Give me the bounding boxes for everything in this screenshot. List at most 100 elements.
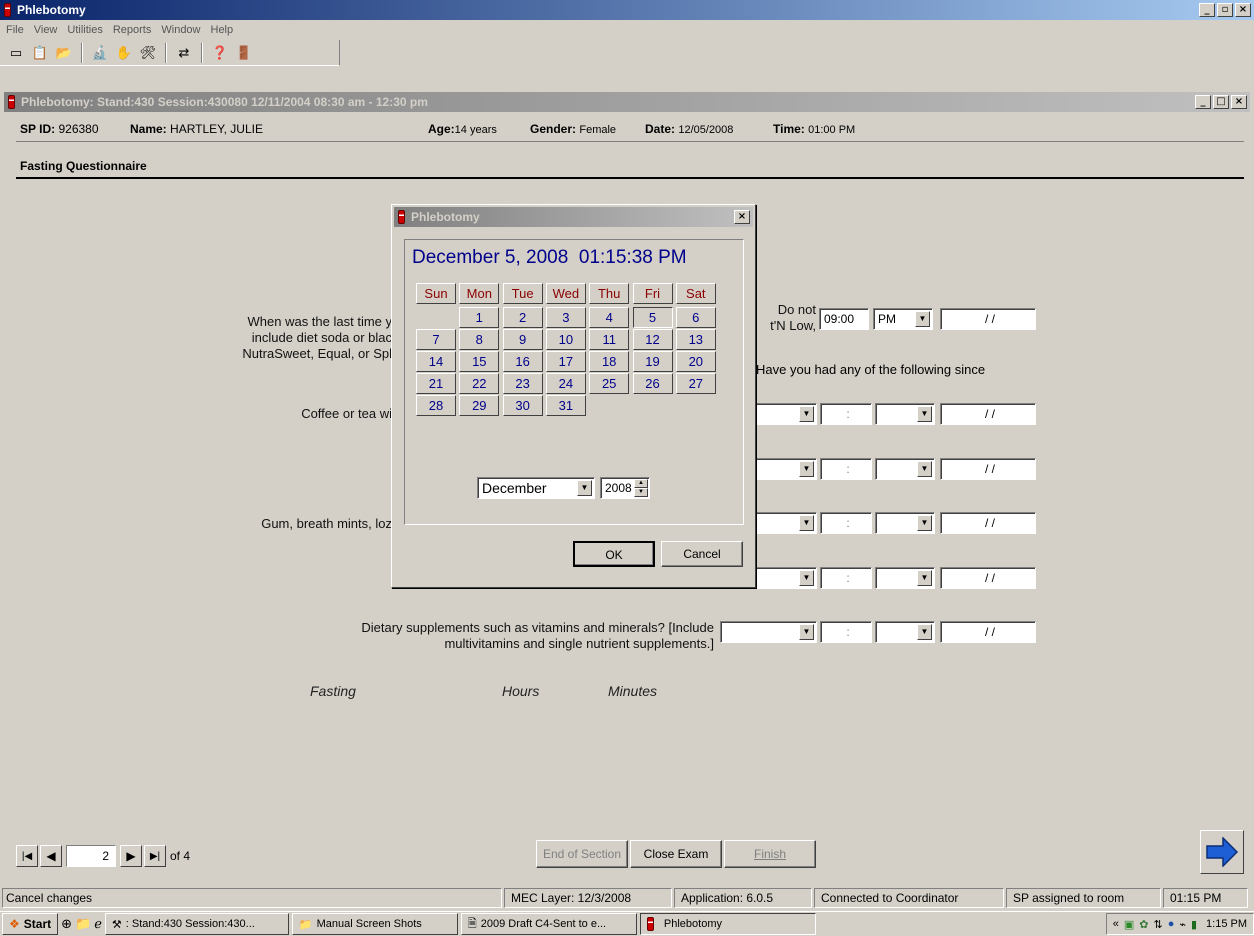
calendar-day[interactable]: 14 bbox=[416, 351, 456, 372]
tray-sync-icon[interactable]: ⇅ bbox=[1153, 918, 1162, 931]
row5-hours-input[interactable]: : bbox=[820, 567, 872, 589]
chevron-down-icon[interactable]: ▼ bbox=[917, 406, 932, 422]
calendar-day[interactable]: 10 bbox=[545, 329, 586, 350]
calendar-day[interactable]: 23 bbox=[502, 373, 543, 394]
calendar-day[interactable]: 27 bbox=[675, 373, 716, 394]
gum-date-input[interactable]: / / bbox=[940, 512, 1036, 534]
calendar-day[interactable]: 8 bbox=[459, 329, 500, 350]
child-maximize-button[interactable]: □ bbox=[1213, 95, 1229, 109]
finish-button[interactable]: Finish bbox=[724, 840, 816, 868]
gum-hours-input[interactable]: : bbox=[820, 512, 872, 534]
coffee-date-input[interactable]: / / bbox=[940, 403, 1036, 425]
start-button[interactable]: ❖ Start bbox=[2, 913, 59, 935]
calendar-day[interactable]: 11 bbox=[589, 329, 630, 350]
row3-fasting-select[interactable]: ▼ bbox=[755, 458, 817, 480]
prev-page-icon[interactable]: ◀ bbox=[40, 845, 62, 867]
dialog-close-button[interactable]: × bbox=[734, 210, 750, 224]
row3-hours-input[interactable]: : bbox=[820, 458, 872, 480]
chevron-down-icon[interactable]: ▼ bbox=[799, 624, 814, 640]
chevron-down-icon[interactable]: ▼ bbox=[917, 515, 932, 531]
quicklaunch-ie-icon[interactable]: ℯ bbox=[94, 916, 102, 932]
calendar-day[interactable]: 22 bbox=[459, 373, 500, 394]
chevron-down-icon[interactable]: ▼ bbox=[799, 461, 814, 477]
child-close-button[interactable]: × bbox=[1231, 95, 1247, 109]
chevron-down-icon[interactable]: ▼ bbox=[917, 624, 932, 640]
menu-utilities[interactable]: Utilities bbox=[67, 24, 102, 36]
coffee-fasting-select[interactable]: ▼ bbox=[755, 403, 817, 425]
ok-button[interactable]: OK bbox=[573, 541, 655, 567]
supplements-date-input[interactable]: / / bbox=[940, 621, 1036, 643]
taskbar-item-stand[interactable]: ⚒: Stand:430 Session:430... bbox=[104, 913, 289, 935]
year-spinner[interactable]: 2008 ▲ ▼ bbox=[600, 477, 650, 499]
calendar-day[interactable]: 28 bbox=[416, 395, 456, 416]
restore-button[interactable]: ▫ bbox=[1217, 3, 1233, 17]
close-button[interactable]: × bbox=[1235, 3, 1251, 17]
page-number-input[interactable]: 2 bbox=[66, 845, 116, 867]
first-page-icon[interactable]: |◀ bbox=[16, 845, 38, 867]
calendar-day[interactable]: 17 bbox=[545, 351, 586, 372]
chevron-down-icon[interactable]: ▼ bbox=[917, 570, 932, 586]
tray-connection-icon[interactable]: ⌁ bbox=[1179, 918, 1186, 931]
row5-fasting-select[interactable]: ▼ bbox=[755, 567, 817, 589]
calendar-day[interactable]: 15 bbox=[459, 351, 500, 372]
child-window-title-bar[interactable]: Phlebotomy: Stand:430 Session:430080 12/… bbox=[4, 92, 1250, 112]
cancel-button[interactable]: Cancel bbox=[661, 541, 743, 567]
minimize-button[interactable]: _ bbox=[1199, 3, 1215, 17]
calendar-day[interactable]: 31 bbox=[545, 395, 586, 416]
calendar-day[interactable]: 18 bbox=[589, 351, 630, 372]
last-page-icon[interactable]: ▶| bbox=[144, 845, 166, 867]
menu-window[interactable]: Window bbox=[161, 24, 200, 36]
row3-date-input[interactable]: / / bbox=[940, 458, 1036, 480]
row5-date-input[interactable]: / / bbox=[940, 567, 1036, 589]
calendar-day[interactable]: 2 bbox=[502, 307, 543, 328]
spin-up-icon[interactable]: ▲ bbox=[634, 479, 648, 488]
spin-down-icon[interactable]: ▼ bbox=[634, 488, 648, 497]
calendar-day[interactable]: 1 bbox=[459, 307, 500, 328]
coffee-minutes-select[interactable]: ▼ bbox=[875, 403, 935, 425]
taskbar-item-draft[interactable]: 🗎 2009 Draft C4-Sent to e... bbox=[460, 913, 637, 935]
calendar-day[interactable]: 5 bbox=[632, 307, 673, 328]
chevron-down-icon[interactable]: ▼ bbox=[799, 570, 814, 586]
quicklaunch-folder-icon[interactable]: 📁 bbox=[75, 916, 91, 932]
tray-vm-icon[interactable]: ▮ bbox=[1191, 918, 1197, 931]
calendar-day[interactable]: 20 bbox=[675, 351, 716, 372]
tray-globe-icon[interactable]: ● bbox=[1168, 918, 1175, 930]
supplements-hours-input[interactable]: : bbox=[820, 621, 872, 643]
chevron-down-icon[interactable]: ▼ bbox=[917, 461, 932, 477]
calendar-day[interactable]: 9 bbox=[502, 329, 543, 350]
end-of-section-button[interactable]: End of Section bbox=[536, 840, 628, 868]
dialog-title-bar[interactable]: Phlebotomy × bbox=[394, 207, 753, 227]
close-exam-button[interactable]: Close Exam bbox=[630, 840, 722, 868]
gum-minutes-select[interactable]: ▼ bbox=[875, 512, 935, 534]
taskbar-item-screenshots[interactable]: 📁 Manual Screen Shots bbox=[291, 913, 458, 935]
calendar-day[interactable]: 12 bbox=[632, 329, 673, 350]
chevron-down-icon[interactable]: ▼ bbox=[915, 311, 930, 327]
calendar-day[interactable]: 30 bbox=[502, 395, 543, 416]
gum-fasting-select[interactable]: ▼ bbox=[755, 512, 817, 534]
quicklaunch-chrome-icon[interactable]: ⊕ bbox=[61, 916, 72, 932]
row5-minutes-select[interactable]: ▼ bbox=[875, 567, 935, 589]
chevron-down-icon[interactable]: ▼ bbox=[799, 515, 814, 531]
next-page-icon[interactable]: ▶ bbox=[120, 845, 142, 867]
tools-icon[interactable]: 🛠 bbox=[138, 43, 158, 63]
stop-hand-icon[interactable]: ✋ bbox=[114, 43, 134, 63]
menu-view[interactable]: View bbox=[34, 24, 58, 36]
last-time-ampm-select[interactable]: PM ▼ bbox=[873, 308, 933, 330]
exit-icon[interactable]: 🚪 bbox=[234, 43, 254, 63]
last-time-date-input[interactable]: / / bbox=[940, 308, 1036, 330]
month-select[interactable]: December ▼ bbox=[477, 477, 595, 499]
help-icon[interactable]: ❓ bbox=[210, 43, 230, 63]
new-icon[interactable]: ▭ bbox=[6, 43, 26, 63]
document-icon[interactable]: 📋 bbox=[30, 43, 50, 63]
calendar-day[interactable]: 13 bbox=[675, 329, 716, 350]
coffee-hours-input[interactable]: : bbox=[820, 403, 872, 425]
child-minimize-button[interactable]: _ bbox=[1195, 95, 1211, 109]
menu-file[interactable]: File bbox=[6, 24, 24, 36]
calendar-day[interactable]: 6 bbox=[675, 307, 716, 328]
tray-expand-icon[interactable]: « bbox=[1113, 918, 1119, 930]
chevron-down-icon[interactable]: ▼ bbox=[577, 480, 592, 496]
taskbar-item-phlebotomy[interactable]: Phlebotomy bbox=[639, 913, 816, 935]
app-title-bar[interactable]: Phlebotomy _ ▫ × bbox=[0, 0, 1254, 20]
supplements-minutes-select[interactable]: ▼ bbox=[875, 621, 935, 643]
calendar-day[interactable]: 21 bbox=[416, 373, 456, 394]
